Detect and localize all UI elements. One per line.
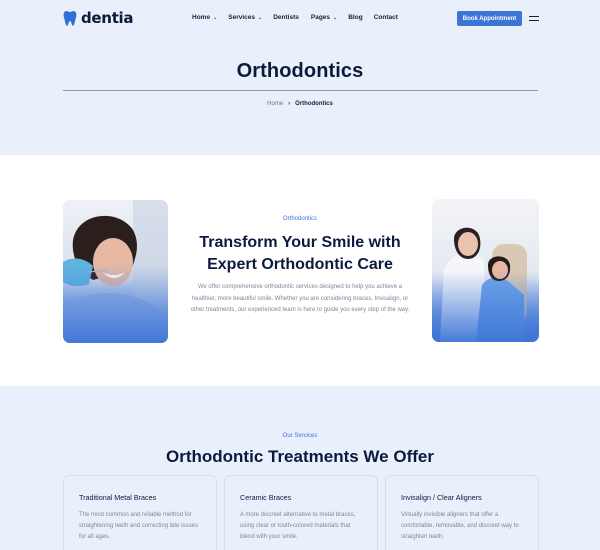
service-card-title: Traditional Metal Braces <box>79 493 157 502</box>
nav-item-label: Blog <box>348 14 363 21</box>
nav-item-services[interactable]: Services ⌄ <box>228 14 262 21</box>
nav-item-label: Dentists <box>273 14 299 21</box>
services-heading: Orthodontic Treatments We Offer <box>166 447 434 466</box>
intro-paragraph: We offer comprehensive orthodontic servi… <box>190 284 410 313</box>
intro-heading-line: Transform Your Smile with <box>199 234 401 251</box>
intro-heading-line: Expert Orthodontic Care <box>207 256 393 273</box>
chevron-right-icon: › <box>288 101 291 107</box>
logo[interactable]: dentia <box>63 9 134 27</box>
tooth-icon <box>63 10 77 26</box>
brand-name: dentia <box>81 9 134 27</box>
hamburger-line <box>529 20 539 21</box>
service-card-title: Ceramic Braces <box>240 493 292 502</box>
nav-item-label: Home <box>192 14 211 21</box>
title-divider <box>63 90 538 91</box>
service-card[interactable]: Invisalign / Clear Aligners Virtually in… <box>385 475 539 550</box>
nav-item-dentists[interactable]: Dentists <box>273 14 299 21</box>
service-card-text: Virtually invisible aligners that offer … <box>401 512 519 540</box>
breadcrumb-current: Orthodontics <box>295 101 333 107</box>
service-card[interactable]: Ceramic Braces A more discreet alternati… <box>224 475 378 550</box>
main-menu: Home ⌄ Services ⌄ Dentists Pages ⌄ Blog … <box>192 14 398 21</box>
nav-item-label: Contact <box>373 14 398 21</box>
nav-item-label: Pages <box>310 14 331 21</box>
dentist-with-patient-photo <box>432 199 539 342</box>
top-navigation: dentia Home ⌄ Services ⌄ Dentists Pages … <box>0 0 600 38</box>
hamburger-line <box>529 16 539 17</box>
service-card-text: A more discreet alternative to metal bra… <box>240 512 356 540</box>
chevron-down-icon: ⌄ <box>258 14 263 21</box>
book-appointment-button[interactable]: Book Appointment <box>457 11 522 26</box>
breadcrumb: Home › Orthodontics <box>0 101 600 107</box>
nav-item-contact[interactable]: Contact <box>374 14 398 21</box>
service-card[interactable]: Traditional Metal Braces The most common… <box>63 475 217 550</box>
nav-item-blog[interactable]: Blog <box>348 14 362 21</box>
page-title: Orthodontics <box>236 60 364 82</box>
section-eyebrow: Our Services <box>282 433 318 439</box>
nav-item-home[interactable]: Home ⌄ <box>192 14 217 21</box>
service-card-text: The most common and reliable method for … <box>79 512 199 540</box>
chevron-down-icon: ⌄ <box>333 14 338 21</box>
nav-item-pages[interactable]: Pages ⌄ <box>311 14 337 21</box>
nav-item-label: Services <box>228 14 256 21</box>
chevron-down-icon: ⌄ <box>213 14 218 21</box>
intro-heading: Transform Your Smile with Expert Orthodo… <box>178 232 422 276</box>
breadcrumb-home-link[interactable]: Home <box>267 101 283 107</box>
service-card-title: Invisalign / Clear Aligners <box>401 493 482 502</box>
hamburger-icon[interactable] <box>529 15 539 22</box>
